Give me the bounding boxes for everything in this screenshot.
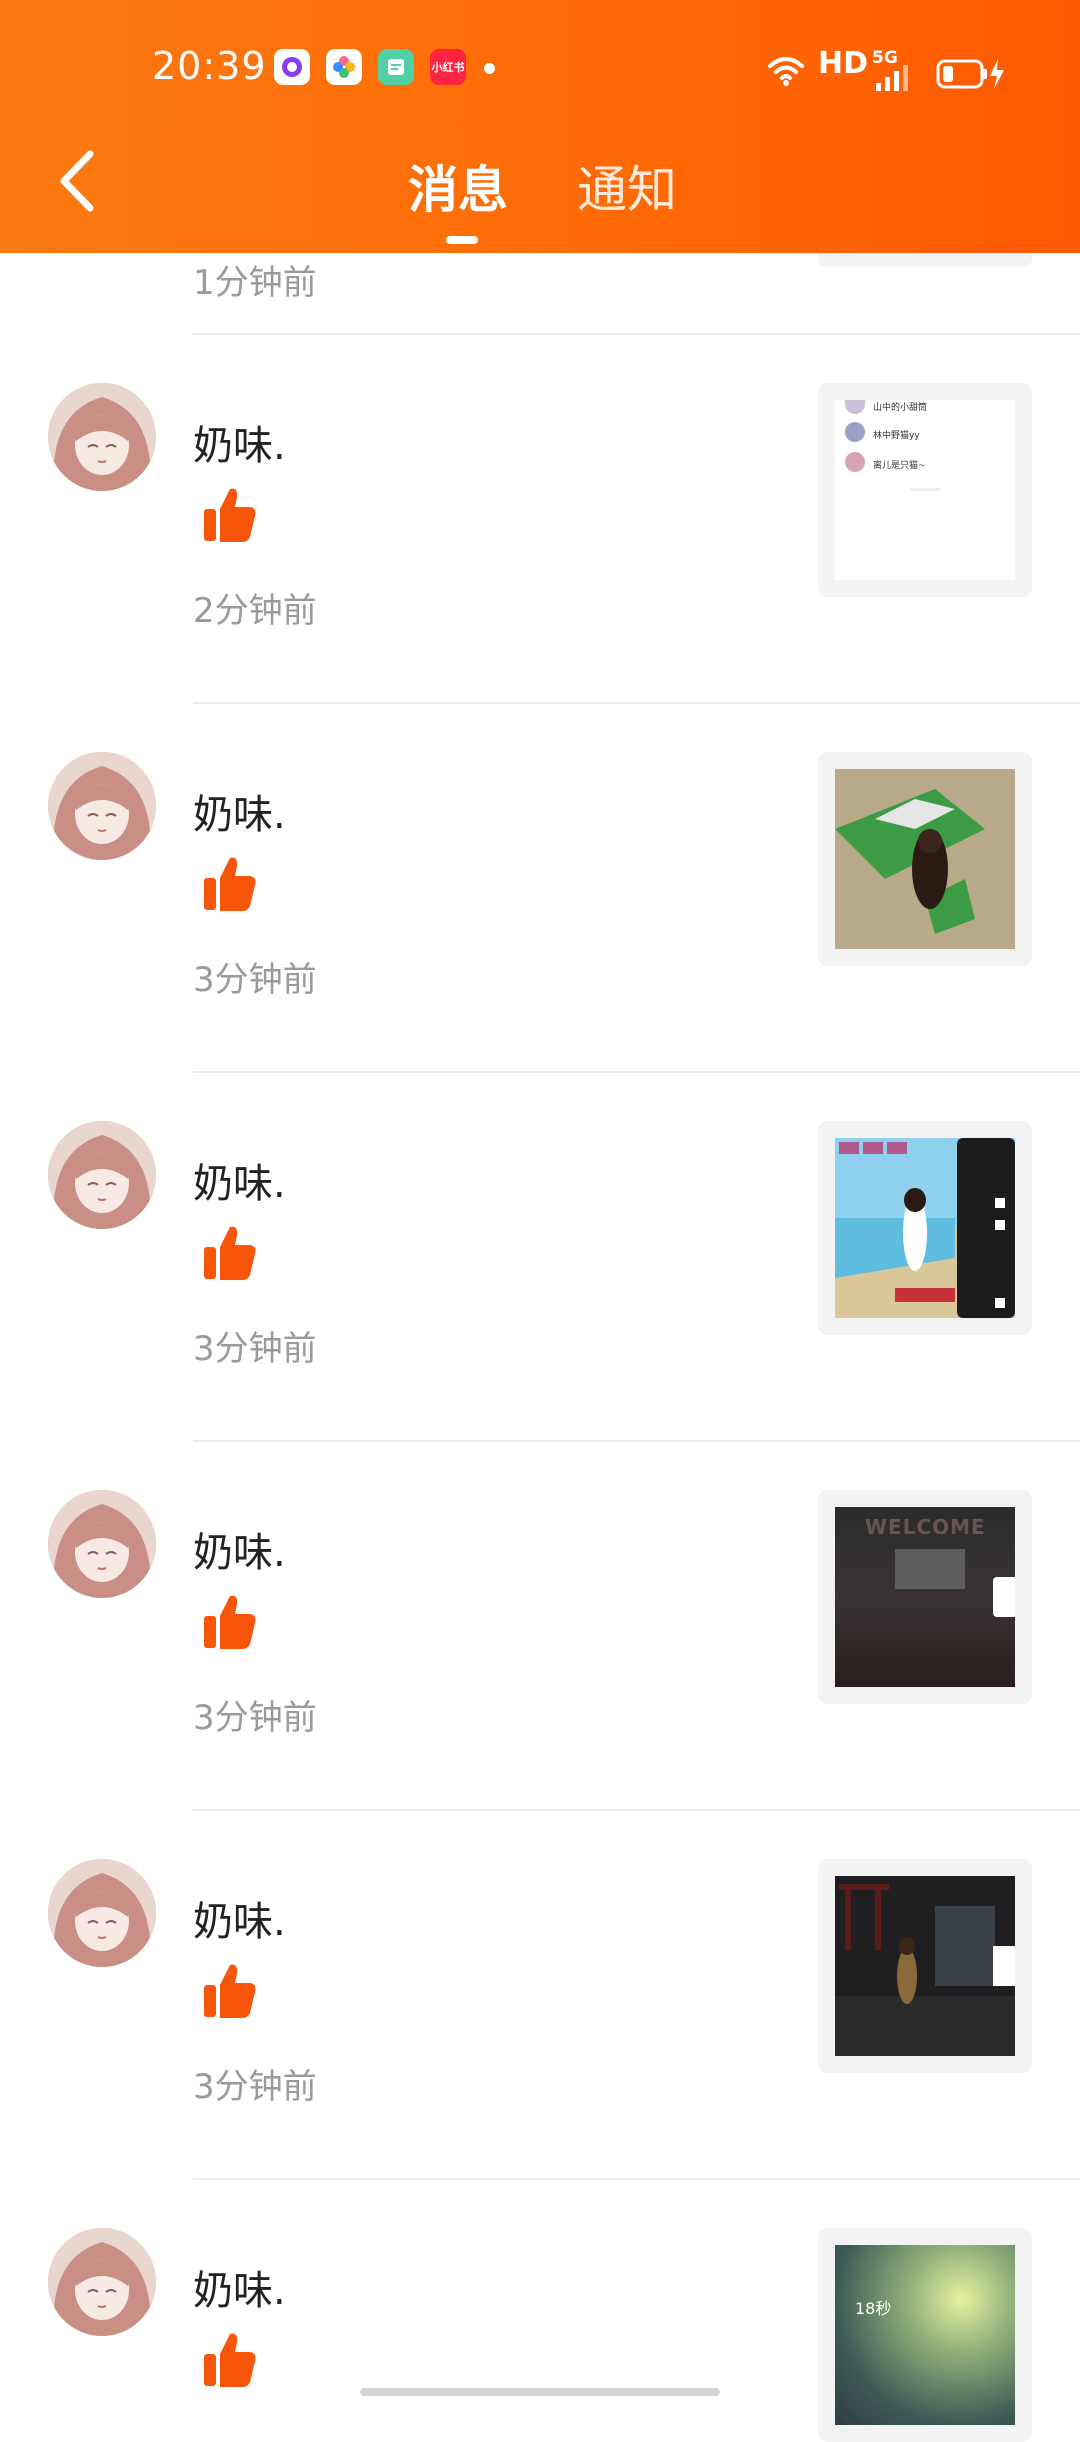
green-tile-game-scene-thumbnail <box>835 769 1015 949</box>
bokeh-video-scene-thumbnail: 18秒 <box>835 2245 1015 2425</box>
avatar[interactable] <box>48 1490 156 1598</box>
list-item[interactable]: 奶味. 3分钟前 WELCOME <box>0 1442 1080 1811</box>
sender-name: 奶味. <box>193 792 286 838</box>
welcome-night-game-scene-thumbnail: WELCOME <box>835 1507 1015 1687</box>
thumbs-up-like-icon <box>204 1964 256 2018</box>
post-thumbnail[interactable] <box>818 1121 1032 1335</box>
anime-girl-avatar-icon <box>48 752 156 860</box>
sender-name: 奶味. <box>193 423 286 469</box>
sender-name: 奶味. <box>193 2268 286 2314</box>
purple-ring-app-icon <box>274 49 310 85</box>
list-item[interactable]: 奶味. 18秒 <box>0 2180 1080 2442</box>
top-header: 20:39 小红书 HD 5G 消息 通知 <box>0 0 1080 253</box>
list-item[interactable]: 1分钟前 <box>0 243 1080 335</box>
thumbs-up-like-icon <box>204 1595 256 1649</box>
post-thumbnail[interactable]: WELCOME <box>818 1490 1032 1704</box>
list-screenshot-thumbnail: 山中的小甜筒 林中野猫yy 离儿是只猫~ <box>835 400 1015 580</box>
xiaohongshu-app-icon: 小红书 <box>430 49 466 85</box>
home-indicator[interactable] <box>360 2388 720 2396</box>
battery-charging-icon <box>936 59 1004 89</box>
notification-dot <box>484 63 495 74</box>
list-item[interactable]: 奶味. 3分钟前 <box>0 1811 1080 2180</box>
timestamp: 1分钟前 <box>193 263 317 303</box>
beach-menu-game-scene-thumbnail <box>835 1138 1015 1318</box>
sender-name: 奶味. <box>193 1161 286 1207</box>
sender-name: 奶味. <box>193 1530 286 1576</box>
message-list: 1分钟前 奶味. 2分钟前 山中的小甜筒 林中野猫yy 离儿是只猫~ 奶味. 3… <box>0 243 1080 2442</box>
anime-girl-avatar-icon <box>48 2228 156 2336</box>
post-thumbnail[interactable]: 18秒 <box>818 2228 1032 2442</box>
timestamp: 2分钟前 <box>193 591 317 631</box>
hd-indicator: HD <box>818 46 869 81</box>
tab-messages[interactable]: 消息 <box>408 150 508 222</box>
avatar[interactable] <box>48 383 156 491</box>
timestamp: 3分钟前 <box>193 1698 317 1738</box>
anime-girl-avatar-icon <box>48 383 156 491</box>
list-item[interactable]: 奶味. 3分钟前 <box>0 1073 1080 1442</box>
timestamp: 3分钟前 <box>193 2067 317 2107</box>
avatar[interactable] <box>48 1121 156 1229</box>
anime-girl-avatar-icon <box>48 1490 156 1598</box>
status-time: 20:39 <box>152 44 267 88</box>
anime-girl-avatar-icon <box>48 1121 156 1229</box>
green-calendar-app-icon <box>378 49 414 85</box>
thumbs-up-like-icon <box>204 2333 256 2387</box>
avatar[interactable] <box>48 752 156 860</box>
photos-flower-app-icon <box>326 49 362 85</box>
active-tab-indicator <box>446 236 478 244</box>
wifi-icon <box>768 57 804 86</box>
avatar[interactable] <box>48 2228 156 2336</box>
list-item[interactable]: 奶味. 3分钟前 <box>0 704 1080 1073</box>
avatar[interactable] <box>48 1859 156 1967</box>
list-item[interactable]: 奶味. 2分钟前 山中的小甜筒 林中野猫yy 离儿是只猫~ <box>0 335 1080 704</box>
night-street-game-scene-thumbnail <box>835 1876 1015 2056</box>
sender-name: 奶味. <box>193 1899 286 1945</box>
thumbs-up-like-icon <box>204 1226 256 1280</box>
thumbs-up-like-icon <box>204 488 256 542</box>
post-thumbnail[interactable] <box>818 1859 1032 2073</box>
tab-notifications[interactable]: 通知 <box>577 150 677 222</box>
back-arrow-icon[interactable] <box>52 148 104 214</box>
post-thumbnail[interactable]: 山中的小甜筒 林中野猫yy 离儿是只猫~ <box>818 383 1032 597</box>
anime-girl-avatar-icon <box>48 1859 156 1967</box>
status-bar: 20:39 小红书 HD 5G <box>0 0 1080 136</box>
post-thumbnail[interactable] <box>818 752 1032 966</box>
timestamp: 3分钟前 <box>193 1329 317 1369</box>
timestamp: 3分钟前 <box>193 960 317 1000</box>
thumbs-up-like-icon <box>204 857 256 911</box>
signal-bars-icon <box>876 65 908 91</box>
